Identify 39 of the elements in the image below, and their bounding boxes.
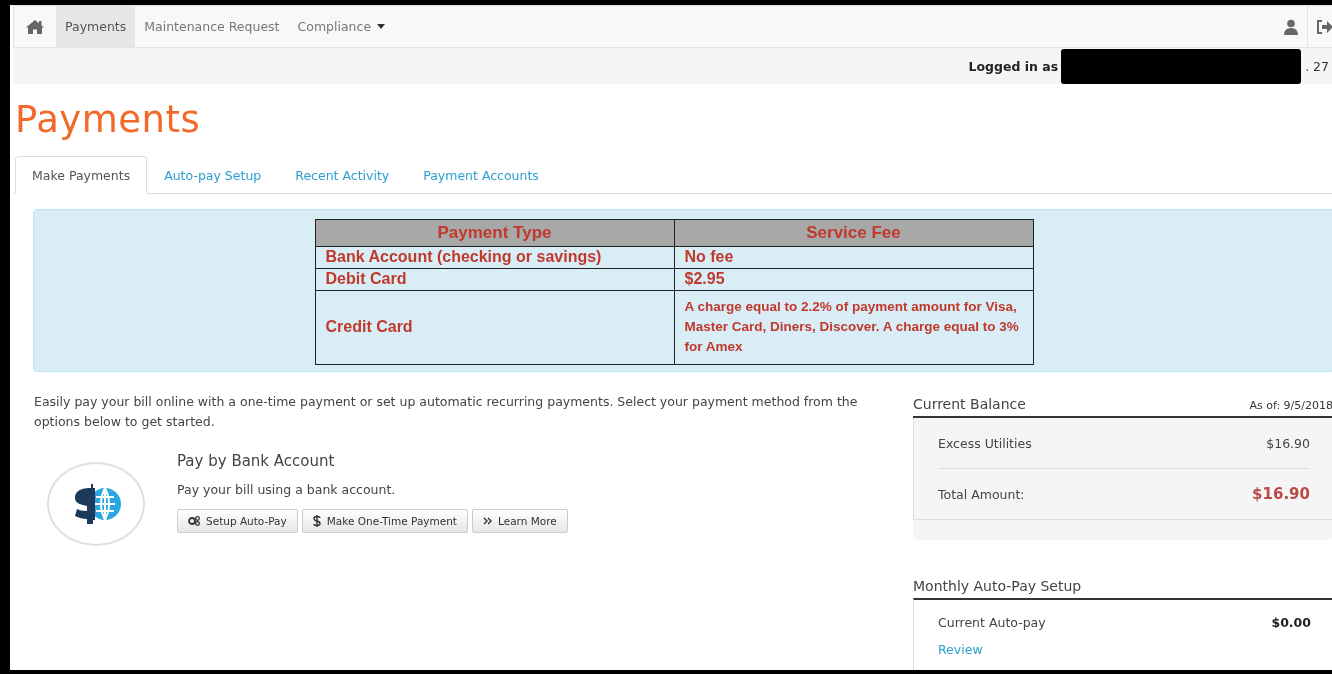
balance-amount: $16.90 [1266, 435, 1310, 451]
sign-out-icon[interactable] [1307, 6, 1332, 47]
tab[interactable]: Make Payments [15, 156, 148, 194]
balance-title: Current Balance [913, 396, 1026, 412]
gears-icon [188, 516, 200, 526]
user-text: . 27 [1305, 58, 1330, 74]
table-cell: Debit Card [315, 268, 674, 291]
table-cell: Credit Card [315, 290, 674, 365]
dollar-icon [312, 515, 321, 527]
method-description: Pay your bill using a bank account. [177, 482, 397, 497]
tab[interactable]: Payment Accounts [406, 156, 556, 194]
nav-item[interactable]: Compliance [288, 6, 395, 47]
nav-item[interactable]: Payments [56, 6, 136, 47]
bank-logo-icon [47, 462, 145, 546]
table-cell: No fee [674, 246, 1033, 269]
autopay-title: Monthly Auto-Pay Setup [913, 578, 1082, 594]
column-header: Service Fee [674, 219, 1033, 247]
balance-label: Excess Utilities [938, 435, 1032, 451]
table-cell: A charge equal to 2.2% of payment amount for Visa, Master Card, Diners, Discover. A charge equal to 3% for Amex [674, 290, 1033, 365]
one-time-payment-button[interactable]: Make One-Time Payment [301, 509, 468, 533]
tab[interactable]: Auto-pay Setup [147, 156, 279, 194]
double-chevron-icon [483, 517, 492, 525]
autopay-label: Current Auto-pay [938, 614, 1046, 630]
logged-in-label: Logged in as [968, 58, 1059, 74]
method-title: Pay by Bank Account [177, 452, 336, 470]
review-link[interactable]: Review [938, 642, 1311, 657]
page-title: Payments [15, 98, 202, 143]
nav-item[interactable]: Maintenance Request [135, 6, 289, 47]
total-amount: $16.90 [1252, 485, 1310, 503]
table-cell: $2.95 [674, 268, 1033, 291]
learn-more-button[interactable]: Learn More [472, 509, 568, 533]
table-cell: Bank Account (checking or savings) [315, 246, 674, 269]
tab[interactable]: Recent Activity [278, 156, 407, 194]
as-of-date: As of: 9/5/2018 [1249, 399, 1332, 412]
total-label: Total Amount: [938, 486, 1025, 502]
autopay-amount: $0.00 [1271, 614, 1311, 630]
setup-autopay-button[interactable]: Setup Auto-Pay [177, 509, 298, 533]
column-header: Payment Type [315, 219, 674, 247]
intro-text: Easily pay your bill online with a one-time payment or set up automatic recurring payments. Select your payment method from the options below to get started. [34, 393, 859, 431]
